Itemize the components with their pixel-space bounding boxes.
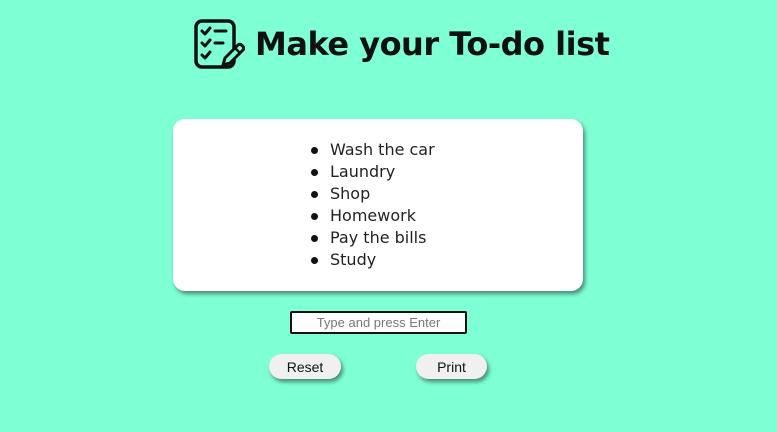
todo-list: Wash the car Laundry Shop Homework Pay t… [311,139,435,271]
list-item[interactable]: Laundry [311,161,435,183]
new-task-input[interactable] [290,311,467,334]
list-item[interactable]: Wash the car [311,139,435,161]
checklist-edit-icon [194,19,245,69]
page-header: Make your To-do list [193,18,610,70]
list-item[interactable]: Homework [311,205,435,227]
list-item[interactable]: Study [311,249,435,271]
todo-list-card: Wash the car Laundry Shop Homework Pay t… [173,119,583,291]
reset-button[interactable]: Reset [269,354,341,379]
page-title: Make your To-do list [255,25,610,63]
print-button[interactable]: Print [416,354,487,379]
list-item[interactable]: Pay the bills [311,227,435,249]
list-item[interactable]: Shop [311,183,435,205]
